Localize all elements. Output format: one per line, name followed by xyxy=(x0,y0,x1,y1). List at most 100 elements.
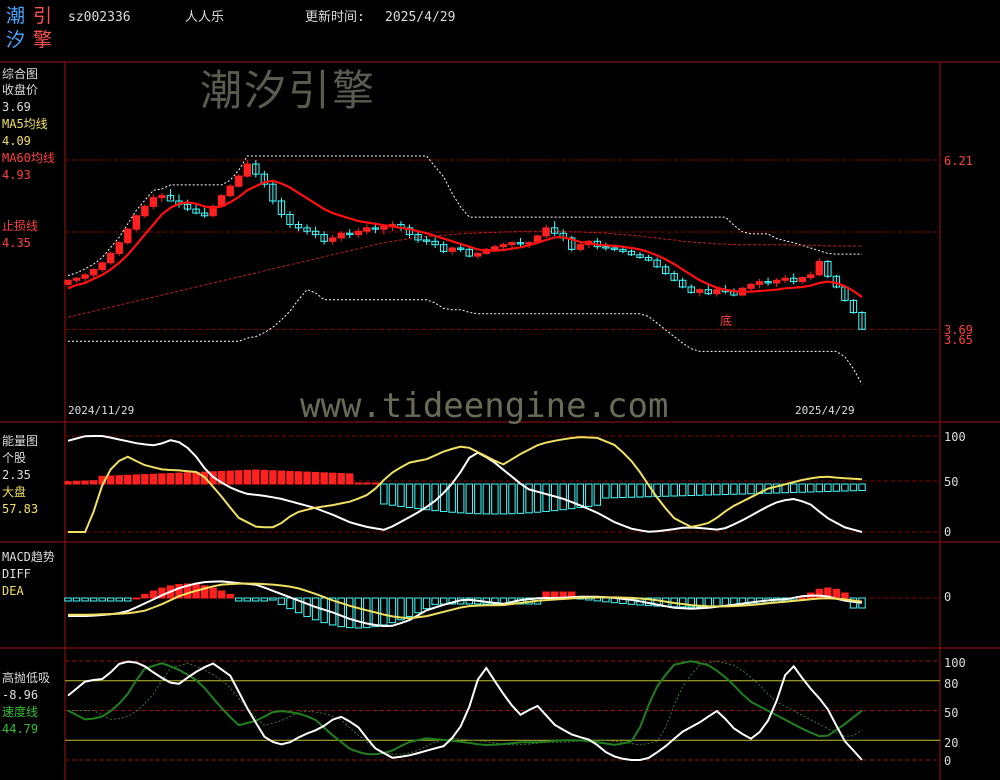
macd-tick-0: 0 xyxy=(944,590,952,604)
bottom-mark: 底 xyxy=(720,314,733,328)
channel-lower-line xyxy=(68,289,863,385)
hl-value: -8.96 xyxy=(2,688,39,702)
hl-tick-0: 0 xyxy=(944,754,952,768)
speed-value: 44.79 xyxy=(2,722,39,736)
ma5-label: MA5均线 xyxy=(2,117,48,131)
energy-bar xyxy=(721,483,730,495)
energy-bar xyxy=(311,471,320,485)
price-label-top: 6.21 xyxy=(944,154,973,168)
macd-bar xyxy=(841,592,849,599)
energy-bar xyxy=(542,483,550,512)
candle-body xyxy=(337,232,345,239)
macd-bar xyxy=(832,588,841,599)
energy-bar xyxy=(149,473,158,485)
candle-body xyxy=(89,269,98,276)
energy-bar xyxy=(277,470,286,485)
energy-bar xyxy=(858,483,866,491)
energy-title: 能量图 xyxy=(2,434,39,448)
energy-bar xyxy=(533,483,542,513)
energy-bar xyxy=(235,470,243,485)
energy-bar xyxy=(337,473,345,485)
energy-bar xyxy=(431,483,439,512)
energy-bar xyxy=(158,473,166,485)
candle-body xyxy=(747,283,755,289)
energy-bar xyxy=(320,472,328,485)
candle-body xyxy=(380,226,388,230)
macd-bar xyxy=(81,597,89,602)
macd-bar xyxy=(243,597,251,602)
energy-bar xyxy=(832,483,841,492)
candle-body xyxy=(448,247,456,252)
energy-bar xyxy=(72,480,81,485)
energy-bar xyxy=(610,483,619,499)
macd-bar xyxy=(602,597,610,603)
macd-bar xyxy=(311,597,320,621)
candle-body xyxy=(499,244,508,248)
close-label: 收盘价 xyxy=(2,83,39,97)
candle-body xyxy=(363,227,371,232)
candle-body xyxy=(243,163,251,177)
stock-energy-value: 2.35 xyxy=(2,468,31,482)
candle-body xyxy=(149,197,158,207)
hl-title: 高抛低吸 xyxy=(2,671,51,685)
energy-bar xyxy=(269,470,277,485)
energy-bar xyxy=(124,474,132,485)
energy-bar xyxy=(730,483,738,495)
energy-bar xyxy=(474,483,482,515)
candle-body xyxy=(158,195,166,199)
macd-bar xyxy=(217,590,226,599)
macd-bar xyxy=(269,597,277,601)
macd-bar xyxy=(303,597,311,617)
macd-bar xyxy=(209,587,217,599)
price-label-low: 3.65 xyxy=(944,333,973,347)
ma60-line xyxy=(67,230,862,318)
energy-bar xyxy=(286,470,294,485)
market-energy-label: 大盘 xyxy=(2,485,27,499)
energy-bar xyxy=(704,483,713,496)
energy-bar xyxy=(106,475,115,485)
energy-bar xyxy=(499,483,508,515)
energy-bar xyxy=(226,470,234,485)
stock-energy-label: 个股 xyxy=(2,451,27,465)
energy-bar xyxy=(115,475,123,485)
channel-upper-line xyxy=(67,155,862,277)
stop-label: 止损线 xyxy=(2,219,39,233)
energy-bar xyxy=(619,483,627,498)
macd-bar xyxy=(431,597,439,605)
energy-bar xyxy=(388,483,397,506)
macd-bar xyxy=(679,597,687,608)
energy-bar xyxy=(439,483,448,512)
market-energy-line xyxy=(68,436,863,533)
hl-tick-50: 50 xyxy=(944,706,959,720)
energy-bar xyxy=(243,469,251,485)
energy-bar xyxy=(457,483,465,514)
energy-bar xyxy=(738,483,747,495)
macd-bar xyxy=(252,597,260,602)
energy-bar xyxy=(849,483,858,492)
candle-body xyxy=(798,277,806,283)
candle-body xyxy=(772,279,781,284)
energy-bar xyxy=(346,473,354,485)
candle-body xyxy=(64,279,72,285)
energy-bar xyxy=(141,474,149,485)
energy-bar xyxy=(81,480,89,485)
hl-tick-100: 100 xyxy=(944,656,966,670)
watermark-url: www.tideengine.com xyxy=(300,386,669,426)
energy-bar xyxy=(516,483,525,514)
energy-bar xyxy=(696,483,704,496)
energy-bar xyxy=(798,483,806,493)
ma60-value: 4.93 xyxy=(2,168,31,182)
energy-bar xyxy=(627,483,636,498)
ma5-line xyxy=(67,179,863,298)
macd-bar xyxy=(124,597,132,602)
macd-bar xyxy=(422,597,431,610)
candle-body xyxy=(696,289,704,293)
energy-bar xyxy=(175,472,183,485)
macd-bar xyxy=(141,593,149,599)
macd-bar xyxy=(346,597,354,629)
energy-tick-0: 0 xyxy=(944,525,952,539)
candle-body xyxy=(132,215,141,230)
energy-bar xyxy=(687,483,695,496)
energy-bar xyxy=(661,483,670,497)
energy-bar xyxy=(824,483,832,492)
